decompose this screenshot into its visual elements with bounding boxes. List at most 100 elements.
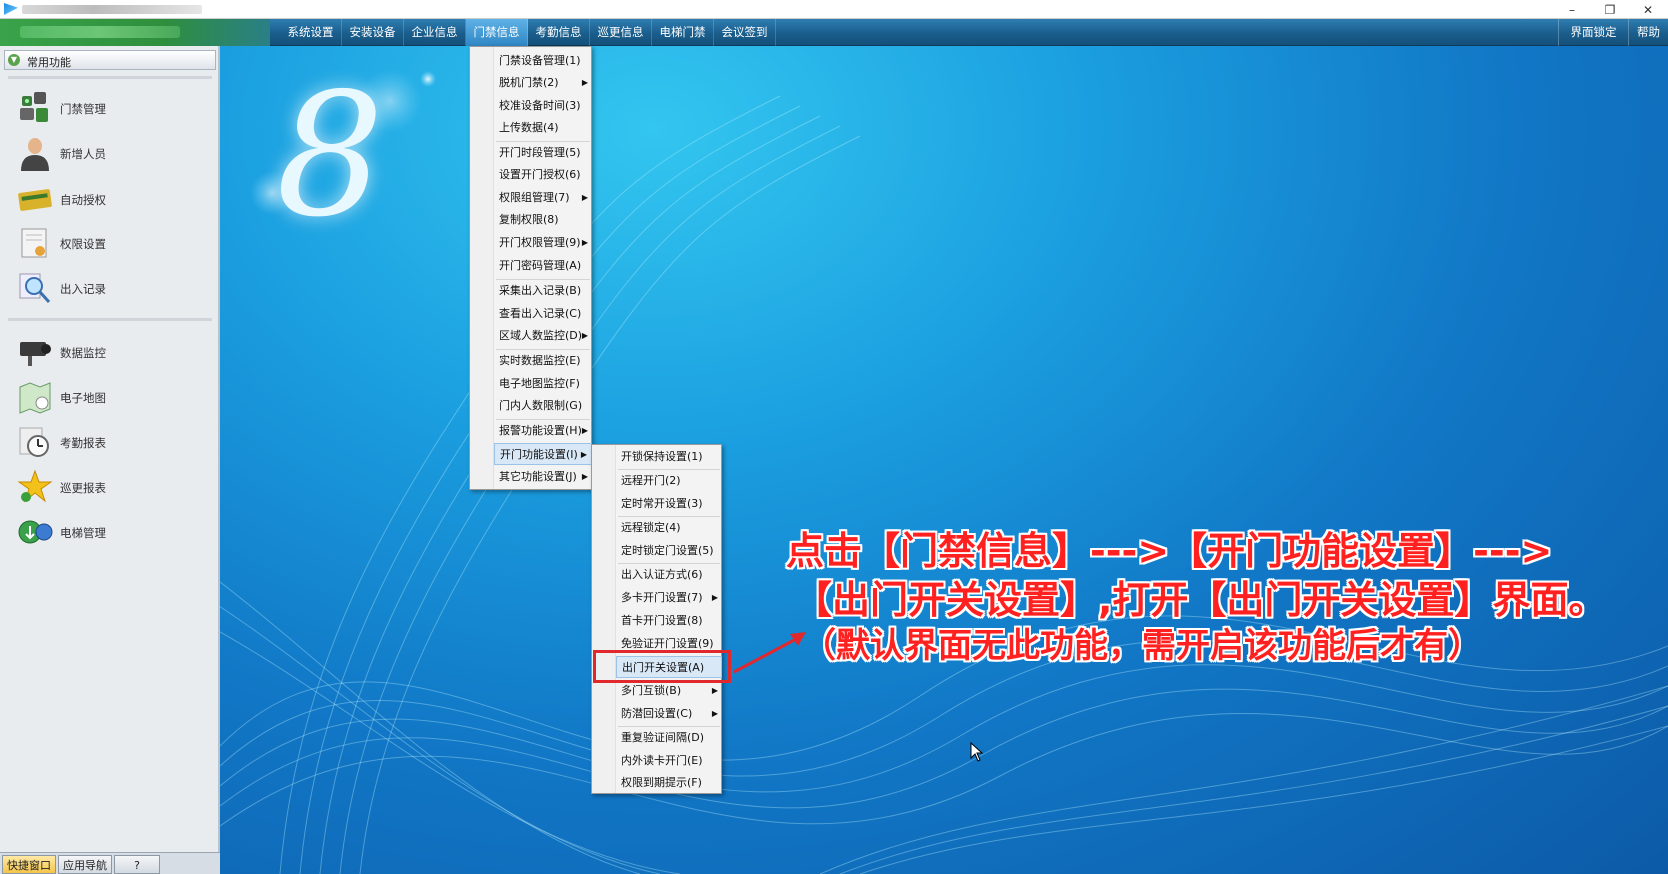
logo-eight: 8	[276, 57, 385, 255]
menu-item[interactable]: 电子地图监控(F)	[494, 373, 592, 395]
menu-item[interactable]: 定时常开设置(3)	[616, 493, 722, 515]
menu-item[interactable]: 多门互锁(B) ▶	[616, 680, 722, 702]
menu-item[interactable]: 防潜回设置(C) ▶	[616, 703, 722, 725]
sidebar-item-permission-settings[interactable]: 权限设置	[14, 223, 204, 263]
brand-logo-redacted	[0, 19, 270, 46]
menu-item[interactable]: 实时数据监控(E)	[494, 350, 592, 372]
shortcut-panel: ▼ 常用功能 门禁管理 新增人员 自动授权 权限设置 出入记录 数据监控 电子地…	[0, 46, 220, 874]
menu-item[interactable]: 权限组管理(7) ▶	[494, 187, 592, 209]
restore-button[interactable]: ❐	[1592, 0, 1628, 19]
submenu-arrow-icon: ▶	[711, 593, 718, 602]
menu-item[interactable]: 远程开门(2)	[616, 470, 722, 492]
clock-icon	[19, 427, 49, 457]
main-desktop: 8 点击【门禁信息】--->【开门功能设置】---> 【出门开关设置】,打开【出…	[220, 46, 1668, 874]
submenu-arrow-icon: ▶	[581, 426, 588, 435]
menu-patrol-info[interactable]: 巡更信息	[590, 19, 652, 46]
highlight-box	[593, 650, 731, 683]
menu-item[interactable]: 重复验证间隔(D)	[616, 727, 722, 749]
sidebar-item-attendance-report[interactable]: 考勤报表	[14, 422, 204, 462]
sidebar-item-label: 门禁管理	[60, 102, 106, 116]
menu-enterprise-info[interactable]: 企业信息	[404, 19, 466, 46]
menu-item[interactable]: 出入认证方式(6)	[616, 564, 722, 586]
menu-item[interactable]: 定时锁定门设置(5)	[616, 540, 722, 562]
sidebar-item-auto-authorize[interactable]: 自动授权	[14, 179, 204, 219]
menu-item[interactable]: 采集出入记录(B)	[494, 280, 592, 302]
help-icon[interactable]: ?	[114, 855, 160, 874]
submenu-arrow-icon: ▶	[580, 450, 587, 459]
menu-item[interactable]: 设置开门授权(6)	[494, 164, 592, 186]
sidebar-item-access-records[interactable]: 出入记录	[14, 268, 204, 308]
menu-lock-interface[interactable]: 界面锁定	[1558, 19, 1628, 46]
menu-meeting-signin[interactable]: 会议签到	[714, 19, 776, 46]
magnifier-icon	[19, 273, 51, 304]
map-icon	[19, 382, 51, 414]
title-bar: – ❐ ✕	[0, 0, 1668, 19]
person-icon	[21, 138, 49, 171]
tab-app-navigation[interactable]: 应用导航	[58, 855, 112, 874]
tab-quick-window[interactable]: 快捷窗口	[2, 855, 56, 874]
menu-help[interactable]: 帮助	[1628, 19, 1668, 46]
menu-bar: 系统设置 安装设备 企业信息 门禁信息 考勤信息 巡更信息 电梯门禁 会议签到 …	[0, 19, 1668, 46]
door-access-icon	[20, 92, 48, 122]
menu-item[interactable]: 复制权限(8)	[494, 209, 592, 231]
close-button[interactable]: ✕	[1630, 0, 1666, 19]
menu-item[interactable]: 查看出入记录(C)	[494, 303, 592, 325]
menu-item[interactable]: 内外读卡开门(E)	[616, 750, 722, 772]
open-door-settings-submenu: 开锁保持设置(1) 远程开门(2) 定时常开设置(3) 远程锁定(4) 定时锁定…	[591, 444, 722, 794]
permission-doc-icon	[21, 228, 47, 258]
minimize-button[interactable]: –	[1554, 0, 1590, 19]
submenu-arrow-icon: ▶	[581, 472, 588, 481]
menu-item[interactable]: 权限到期提示(F)	[616, 772, 722, 794]
menu-item[interactable]: 区域人数监控(D) ▶	[494, 325, 592, 347]
collapse-icon[interactable]: ▼	[8, 54, 20, 66]
panel-header-label: 常用功能	[27, 56, 71, 69]
menu-elevator-access[interactable]: 电梯门禁	[652, 19, 714, 46]
sidebar-item-label: 巡更报表	[60, 481, 106, 495]
submenu-arrow-icon: ▶	[581, 78, 588, 87]
card-icon	[18, 189, 52, 211]
panel-header[interactable]: ▼ 常用功能	[4, 50, 216, 70]
sidebar-item-patrol-report[interactable]: 巡更报表	[14, 467, 204, 507]
menu-item[interactable]: 上传数据(4)	[494, 117, 592, 139]
menu-attendance-info[interactable]: 考勤信息	[528, 19, 590, 46]
divider	[8, 76, 212, 79]
camera-icon	[20, 342, 51, 366]
menu-system-settings[interactable]: 系统设置	[280, 19, 342, 46]
menu-item[interactable]: 其它功能设置(J) ▶	[494, 466, 592, 488]
menu-access-control-info[interactable]: 门禁信息	[466, 19, 528, 46]
sidebar-item-electronic-map[interactable]: 电子地图	[14, 377, 204, 417]
menu-item[interactable]: 报警功能设置(H) ▶	[494, 420, 592, 442]
menu-item[interactable]: 门禁设备管理(1)	[494, 50, 592, 72]
submenu-arrow-icon: ▶	[581, 331, 588, 340]
menu-item[interactable]: 开锁保持设置(1)	[616, 446, 722, 468]
submenu-arrow-icon: ▶	[711, 709, 718, 718]
menu-item-open-door-settings[interactable]: 开门功能设置(I) ▶	[494, 443, 592, 465]
divider	[8, 318, 212, 321]
menu-install-device[interactable]: 安装设备	[342, 19, 404, 46]
mouse-cursor-icon	[970, 742, 984, 762]
menu-item[interactable]: 首卡开门设置(8)	[616, 610, 722, 632]
menu-item[interactable]: 多卡开门设置(7) ▶	[616, 587, 722, 609]
sidebar-item-elevator-management[interactable]: 电梯管理	[14, 512, 204, 552]
menu-item[interactable]: 开门密码管理(A)	[494, 255, 592, 277]
sidebar-item-label: 权限设置	[60, 237, 106, 251]
submenu-arrow-icon: ▶	[581, 238, 588, 247]
bottom-tab-bar: 快捷窗口 应用导航 ?	[0, 852, 220, 874]
menu-item[interactable]: 门内人数限制(G)	[494, 395, 592, 417]
menu-item[interactable]: 校准设备时间(3)	[494, 95, 592, 117]
menu-item[interactable]: 开门权限管理(9) ▶	[494, 232, 592, 254]
annotation-arrow	[733, 632, 806, 674]
sidebar-item-door-management[interactable]: 门禁管理	[14, 88, 204, 128]
app-icon	[4, 3, 18, 15]
menu-item[interactable]: 开门时段管理(5)	[494, 142, 592, 164]
menu-item[interactable]: 脱机门禁(2) ▶	[494, 72, 592, 94]
sidebar-item-label: 新增人员	[60, 147, 106, 161]
annotation-line-3: （默认界面无此功能，需开启该功能后才有）	[802, 626, 1482, 666]
sidebar-item-label: 考勤报表	[60, 436, 106, 450]
annotation-line-2: 【出门开关设置】,打开【出门开关设置】界面。	[794, 578, 1607, 622]
sidebar-item-add-person[interactable]: 新增人员	[14, 133, 204, 173]
sidebar-item-data-monitor[interactable]: 数据监控	[14, 332, 204, 372]
menu-item[interactable]: 远程锁定(4)	[616, 517, 722, 539]
decorative-wave-background	[220, 69, 1668, 874]
access-info-menu: 门禁设备管理(1) 脱机门禁(2) ▶ 校准设备时间(3) 上传数据(4) 开门时…	[469, 46, 592, 490]
